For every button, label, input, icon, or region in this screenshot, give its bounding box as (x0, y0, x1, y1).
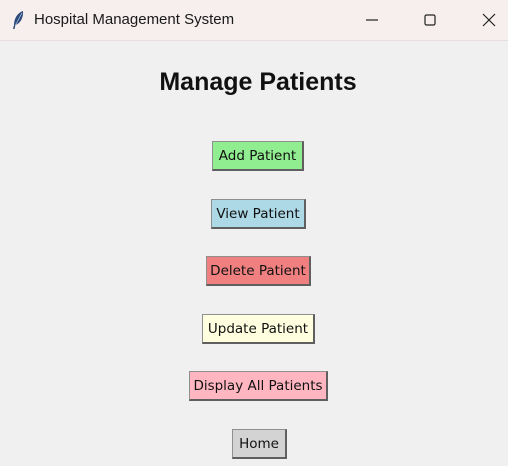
minimize-icon (366, 19, 378, 21)
close-button[interactable] (466, 0, 508, 40)
page-title: Manage Patients (159, 68, 357, 96)
window-title: Hospital Management System (34, 11, 235, 28)
delete-patient-button[interactable]: Delete Patient (206, 256, 311, 286)
minimize-button[interactable] (349, 0, 395, 40)
update-patient-button[interactable]: Update Patient (202, 314, 315, 344)
home-button[interactable]: Home (232, 429, 287, 459)
feather-icon (13, 11, 24, 29)
close-icon (482, 13, 496, 27)
maximize-button[interactable] (407, 0, 453, 40)
maximize-icon (424, 14, 436, 26)
add-patient-button[interactable]: Add Patient (212, 141, 304, 171)
view-patient-button[interactable]: View Patient (211, 199, 306, 229)
display-all-patients-button[interactable]: Display All Patients (189, 371, 328, 401)
title-bar: Hospital Management System (0, 0, 508, 41)
